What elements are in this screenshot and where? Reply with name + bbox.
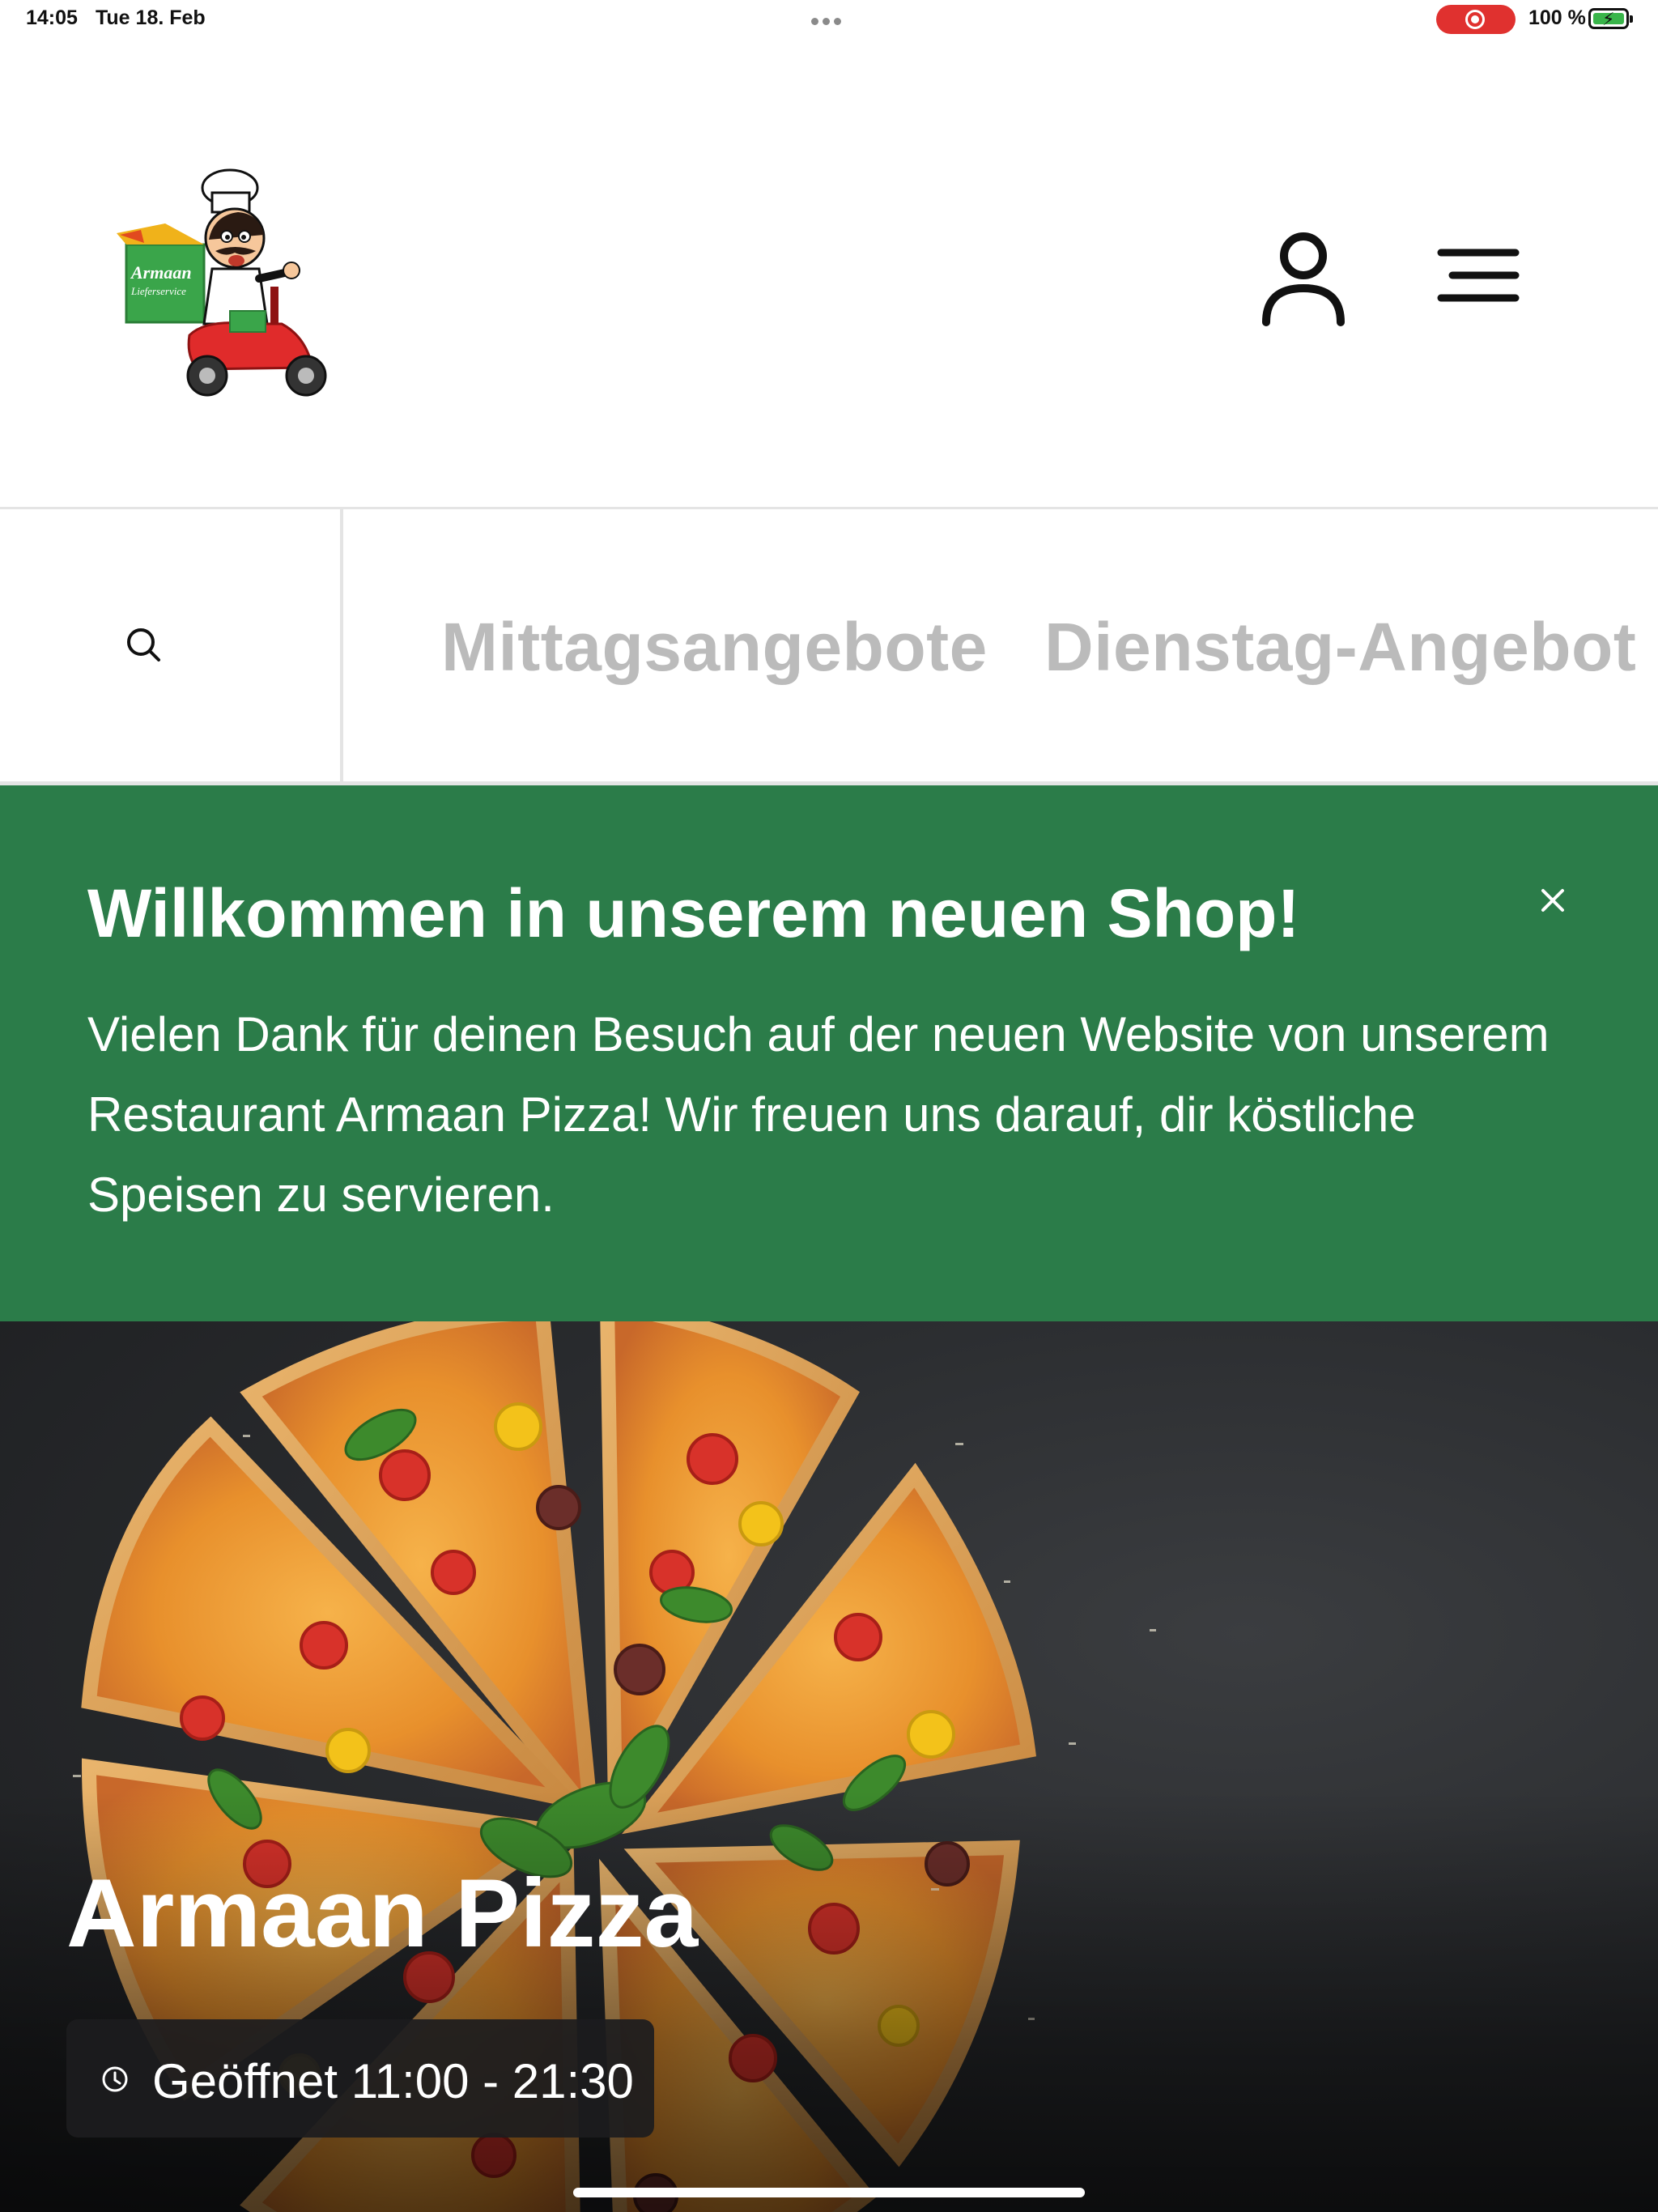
banner-title: Willkommen in unserem neuen Shop!	[87, 875, 1300, 951]
search-icon	[127, 628, 160, 661]
hamburger-menu-icon	[1437, 249, 1520, 302]
banner-text: Vielen Dank für deinen Besuch auf der ne…	[87, 1007, 1550, 1222]
chef-on-scooter-logo[interactable]: Armaan Lieferservice	[108, 165, 343, 424]
status-bar: 14:05 Tue 18. Feb 100 % ⚡	[0, 0, 1658, 39]
multitasking-dots-icon[interactable]	[811, 15, 847, 25]
opening-hours-text: Geöffnet 11:00 - 21:30	[152, 2054, 634, 2108]
welcome-banner: Willkommen in unserem neuen Shop! Vielen…	[0, 785, 1658, 1321]
logo-brand-line-1: Armaan	[130, 262, 192, 283]
account-button[interactable]	[1255, 225, 1352, 338]
category-tab-dienstag-angebot[interactable]: Dienstag-Angebot	[1044, 608, 1636, 687]
category-navigation: Mittagsangebote Dienstag-Angebot	[0, 507, 1658, 785]
logo-brand-line-2: Lieferservice	[130, 285, 186, 297]
battery-percentage: 100 %	[1528, 6, 1586, 29]
opening-hours-badge[interactable]: Geöffnet 11:00 - 21:30	[66, 2019, 654, 2138]
user-icon	[1262, 232, 1345, 326]
restaurant-name: Armaan Pizza	[66, 1859, 699, 1967]
category-tab-mittagsangebote[interactable]: Mittagsangebote	[441, 608, 988, 687]
banner-close-button[interactable]	[1532, 879, 1574, 921]
home-indicator[interactable]	[573, 2188, 1085, 2197]
close-icon	[1541, 889, 1564, 912]
menu-button[interactable]	[1435, 241, 1524, 322]
status-time: 14:05	[26, 6, 78, 29]
clock-icon	[102, 2066, 128, 2092]
hero-shade	[0, 1791, 1658, 2212]
search-button[interactable]	[0, 509, 343, 784]
status-date: Tue 18. Feb	[96, 6, 206, 29]
screen-recording-icon[interactable]	[1436, 5, 1516, 34]
site-header: Armaan Lieferservice	[0, 39, 1658, 507]
battery-charging-icon: ⚡	[1588, 8, 1633, 29]
hero-section: Armaan Pizza Geöffnet 11:00 - 21:30	[0, 1321, 1658, 2212]
